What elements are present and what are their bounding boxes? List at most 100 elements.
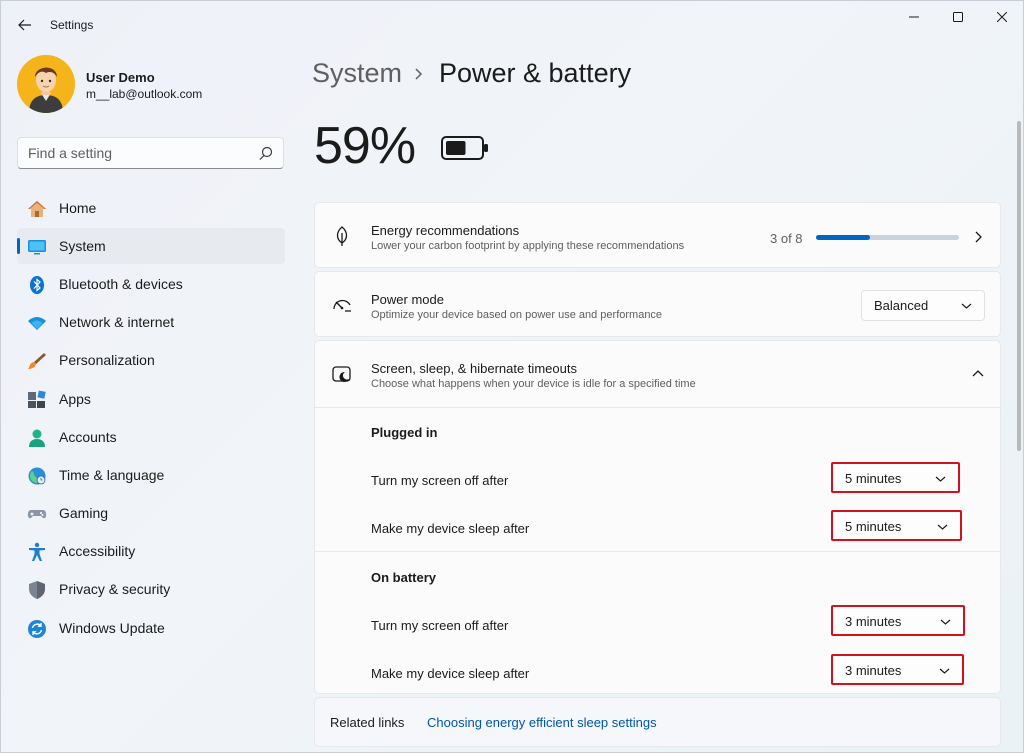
user-name: User Demo <box>86 70 155 85</box>
chevron-down-icon <box>940 619 951 625</box>
search-box[interactable] <box>17 137 284 169</box>
sidebar-item-system[interactable]: System <box>17 228 285 264</box>
dropdown-value: 5 minutes <box>845 471 902 486</box>
active-indicator <box>17 238 20 254</box>
power-mode-subtitle: Optimize your device based on power use … <box>371 309 663 321</box>
system-icon <box>28 240 46 255</box>
power-mode-icon <box>333 299 351 312</box>
plugged-sleep-label: Make my device sleep after <box>371 521 530 536</box>
recommendations-progress-bar <box>816 235 959 240</box>
chevron-down-icon <box>939 668 950 674</box>
plugged-sleep-dropdown[interactable]: 5 minutes <box>831 510 962 541</box>
minimize-icon <box>909 16 919 18</box>
chevron-right-icon <box>415 68 423 80</box>
power-mode-title: Power mode <box>371 292 444 307</box>
gamepad-icon <box>27 510 47 519</box>
sidebar-item-personalization[interactable]: Personalization <box>17 342 285 378</box>
plugged-in-heading: Plugged in <box>371 425 438 440</box>
avatar[interactable] <box>17 55 75 113</box>
battery-sleep-dropdown[interactable]: 3 minutes <box>831 654 964 685</box>
search-input[interactable] <box>28 145 248 161</box>
timeouts-title: Screen, sleep, & hibernate timeouts <box>371 361 577 376</box>
sidebar-item-accessibility[interactable]: Accessibility <box>17 533 285 569</box>
dropdown-value: 3 minutes <box>845 614 902 629</box>
screen-sleep-timeouts-card: Screen, sleep, & hibernate timeouts Choo… <box>314 340 1001 694</box>
divider <box>315 551 1000 552</box>
maximize-button[interactable] <box>936 7 980 27</box>
chevron-up-icon[interactable] <box>971 368 985 378</box>
sidebar-item-network-internet[interactable]: Network & internet <box>17 304 285 340</box>
wifi-icon <box>28 317 46 330</box>
chevron-down-icon <box>937 524 948 530</box>
screen-sleep-icon <box>332 366 351 382</box>
energy-title: Energy recommendations <box>371 223 520 238</box>
battery-percentage: 59% <box>314 117 416 175</box>
sidebar-item-bluetooth-devices[interactable]: Bluetooth & devices <box>17 266 285 302</box>
leaf-icon <box>336 226 348 246</box>
breadcrumb-system-link[interactable]: System <box>312 58 402 89</box>
bluetooth-icon <box>30 276 44 294</box>
battery-sleep-label: Make my device sleep after <box>371 666 530 681</box>
plugged-screen-off-label: Turn my screen off after <box>371 473 509 488</box>
sidebar-item-label: Privacy & security <box>59 581 171 597</box>
sidebar-item-home[interactable]: Home <box>17 190 285 226</box>
sidebar-item-label: Bluetooth & devices <box>59 276 183 292</box>
dropdown-value: 5 minutes <box>845 519 902 534</box>
brush-icon <box>28 353 46 369</box>
power-mode-card: Power mode Optimize your device based on… <box>314 271 1001 337</box>
page-title: Power & battery <box>439 58 632 88</box>
related-links-label: Related links <box>330 715 405 730</box>
globe-icon <box>28 467 46 485</box>
search-icon[interactable] <box>259 146 273 160</box>
dropdown-value: 3 minutes <box>845 663 902 678</box>
chevron-right-icon[interactable] <box>972 230 984 244</box>
user-avatar-icon <box>17 55 75 113</box>
plugged-screen-off-dropdown[interactable]: 5 minutes <box>831 462 960 493</box>
battery-screen-off-label: Turn my screen off after <box>371 618 509 633</box>
sidebar-item-privacy-security[interactable]: Privacy & security <box>17 571 285 607</box>
energy-recommendations-card[interactable]: Energy recommendations Lower your carbon… <box>314 202 1001 268</box>
title-bar: Settings <box>1 1 1023 47</box>
back-button[interactable] <box>13 13 37 37</box>
maximize-icon <box>953 12 963 22</box>
timeouts-header[interactable]: Screen, sleep, & hibernate timeouts Choo… <box>315 341 1000 407</box>
energy-sleep-settings-link[interactable]: Choosing energy efficient sleep settings <box>427 715 657 730</box>
settings-window: Settings User Demo m__lab@outlook.com Fi… <box>0 0 1024 753</box>
accessibility-icon <box>29 542 45 561</box>
close-icon <box>997 12 1007 22</box>
power-mode-dropdown[interactable]: Balanced <box>861 290 985 321</box>
battery-screen-off-dropdown[interactable]: 3 minutes <box>831 605 965 636</box>
progress-fill <box>816 235 870 240</box>
update-icon <box>28 620 46 638</box>
sidebar-item-windows-update[interactable]: Windows Update <box>17 610 285 646</box>
sidebar-item-label: Accessibility <box>59 543 136 559</box>
related-links-bar: Related links Choosing energy efficient … <box>314 697 1001 747</box>
sidebar-item-label: Windows Update <box>59 620 165 636</box>
on-battery-heading: On battery <box>371 570 437 585</box>
sidebar-item-label: Home <box>59 200 97 216</box>
sidebar-item-label: Time & language <box>59 467 165 483</box>
home-icon <box>28 201 46 217</box>
sidebar-item-label: Personalization <box>59 352 155 368</box>
timeouts-subtitle: Choose what happens when your device is … <box>371 378 696 390</box>
battery-icon <box>441 136 488 160</box>
close-button[interactable] <box>980 7 1024 27</box>
power-mode-value: Balanced <box>874 298 929 313</box>
shield-icon <box>29 581 45 599</box>
back-arrow-icon <box>18 19 31 31</box>
chevron-down-icon <box>961 303 972 309</box>
divider <box>315 407 1000 408</box>
sidebar-item-apps[interactable]: Apps <box>17 381 285 417</box>
sidebar-item-label: Gaming <box>59 505 109 521</box>
accounts-icon <box>29 429 45 447</box>
energy-subtitle: Lower your carbon footprint by applying … <box>371 240 685 252</box>
sidebar-item-accounts[interactable]: Accounts <box>17 419 285 455</box>
recommendations-count: 3 of 8 <box>770 231 803 246</box>
chevron-down-icon <box>935 476 946 482</box>
sidebar-item-time-language[interactable]: Time & language <box>17 457 285 493</box>
sidebar-item-gaming[interactable]: Gaming <box>17 495 285 531</box>
minimize-button[interactable] <box>892 7 936 27</box>
sidebar-item-label: Network & internet <box>59 314 175 330</box>
scrollbar[interactable] <box>1017 121 1021 451</box>
app-title: Settings <box>50 18 94 32</box>
